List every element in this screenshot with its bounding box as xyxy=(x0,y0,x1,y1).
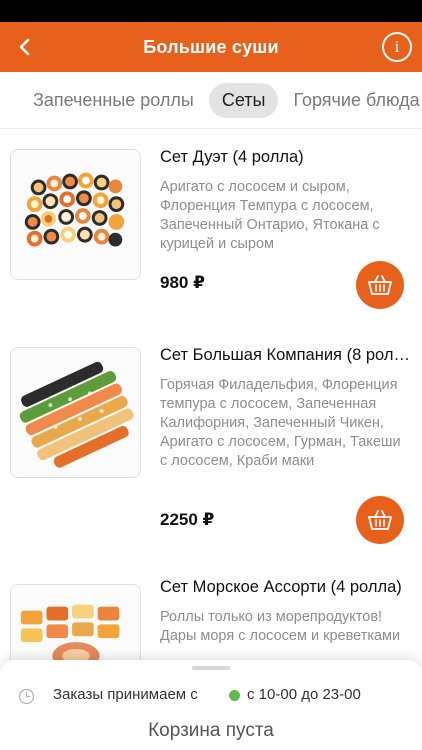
tab-baked-rolls[interactable]: Запеченные роллы xyxy=(20,83,207,118)
product-image[interactable] xyxy=(10,584,141,660)
tab-sets[interactable]: Сеты xyxy=(208,83,279,118)
product-price: 2250 ₽ xyxy=(160,510,215,529)
cart-status[interactable]: Корзина пуста xyxy=(0,720,422,742)
basket-icon xyxy=(368,510,392,530)
hours-value: с 10-00 до 23-00 xyxy=(247,686,361,703)
product-description: Горячая Филадельфия, Флоренция темпура с… xyxy=(160,377,401,469)
info-button[interactable]: i xyxy=(382,32,412,62)
sushi-set-image xyxy=(11,150,140,279)
product-card[interactable]: Сет Морское Ассорти (4 ролла) Роллы толь… xyxy=(0,572,422,660)
back-arrow-icon xyxy=(19,38,30,56)
back-button[interactable] xyxy=(8,30,42,64)
basket-icon xyxy=(368,275,392,295)
hours-label: Заказы принимаем с xyxy=(53,686,198,703)
add-to-cart-button[interactable] xyxy=(356,496,404,544)
product-description: Роллы только из морепродуктов! Дары моря… xyxy=(160,609,401,644)
product-name[interactable]: Сет Морское Ассорти (4 ролла) xyxy=(160,576,410,598)
product-name[interactable]: Сет Дуэт (4 ролла) xyxy=(160,146,410,168)
product-image[interactable] xyxy=(10,347,141,478)
sheet-handle[interactable] xyxy=(192,666,230,670)
product-card[interactable]: Сет Дуэт (4 ролла) Аригато с лососем и с… xyxy=(0,130,422,340)
page-title: Большие суши xyxy=(143,36,279,57)
sushi-set-image xyxy=(11,585,140,660)
product-list: Сет Дуэт (4 ролла) Аригато с лососем и с… xyxy=(0,130,422,660)
category-tabs: Запеченные роллы Сеты Горячие блюда xyxy=(0,72,422,129)
working-hours-row: Заказы принимаем с с 10-00 до 23-00 xyxy=(0,684,422,708)
status-bar xyxy=(0,0,422,22)
app-header: Большие суши i xyxy=(0,22,422,72)
tab-hot-dishes[interactable]: Горячие блюда xyxy=(280,83,422,118)
product-description: Аригато с лососем и сыром, Флоренция Тем… xyxy=(160,179,380,252)
add-to-cart-button[interactable] xyxy=(356,261,404,309)
info-icon: i xyxy=(394,37,400,56)
product-image[interactable] xyxy=(10,149,141,280)
product-price: 980 ₽ xyxy=(160,273,205,292)
product-card[interactable]: Сет Большая Компания (8 роллов) Горячая … xyxy=(0,340,422,572)
order-bottom-sheet: Заказы принимаем с с 10-00 до 23-00 Корз… xyxy=(0,660,422,750)
sushi-set-image xyxy=(11,348,140,477)
product-name[interactable]: Сет Большая Компания (8 роллов) xyxy=(160,344,410,366)
clock-icon xyxy=(18,688,35,705)
open-status-dot xyxy=(229,690,240,701)
